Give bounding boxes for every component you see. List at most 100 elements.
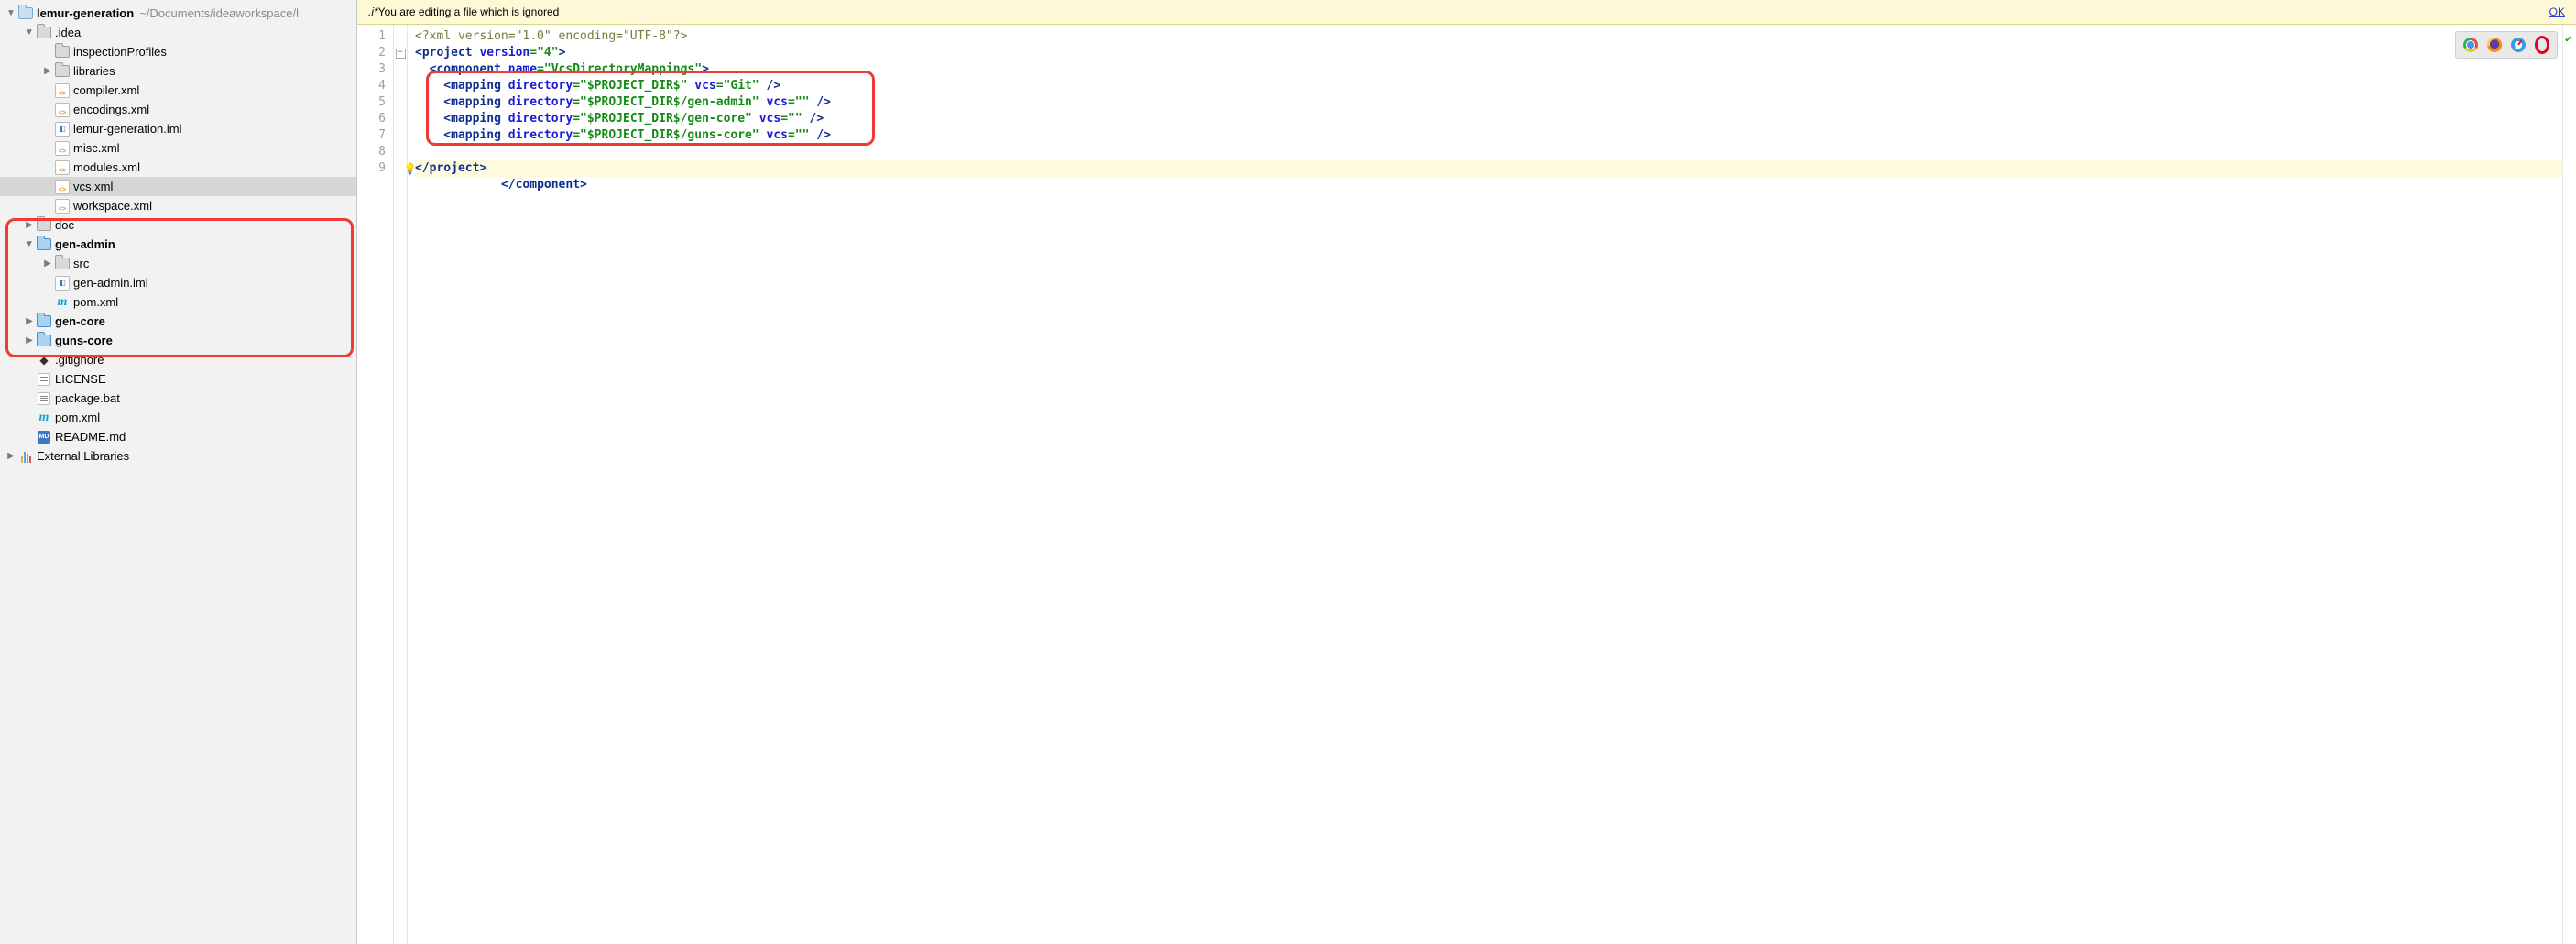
maven-file-icon: m [55,295,70,310]
fold-toggle-icon[interactable]: − [396,49,406,59]
tree-node-pom[interactable]: m pom.xml [0,292,356,312]
folder-icon [37,26,51,40]
chevron-right-icon: ▶ [24,335,35,346]
folder-icon [37,237,51,252]
tree-node-encodings[interactable]: <> encodings.xml [0,100,356,119]
folder-icon [55,64,70,79]
line-number: 5 [357,94,386,111]
chevron-right-icon: ▶ [24,220,35,230]
tree-node-package-bat[interactable]: package.bat [0,389,356,408]
error-stripe: ✔ [2562,25,2576,944]
folder-icon [55,45,70,60]
tree-label: gen-admin.iml [73,276,148,290]
tree-label: package.bat [55,391,120,405]
tree-node-iml[interactable]: ◧ lemur-generation.iml [0,119,356,138]
editor-pane: .i* You are editing a file which is igno… [357,0,2576,944]
tree-node-inspection[interactable]: inspectionProfiles [0,42,356,61]
tree-label: modules.xml [73,160,140,174]
tree-node-src[interactable]: ▶ src [0,254,356,273]
tree-label: pom.xml [73,295,118,309]
intention-bulb-icon[interactable]: 💡 [403,160,414,171]
tree-label: lemur-generation.iml [73,122,182,136]
tree-node-readme[interactable]: MD README.md [0,427,356,446]
xml-file-icon: <> [55,160,70,175]
project-path-hint: ~/Documents/ideaworkspace/l [139,6,299,20]
tree-node-doc[interactable]: ▶ doc [0,215,356,235]
tree-label: External Libraries [37,449,129,463]
tree-node-gen-core[interactable]: ▶ gen-core [0,312,356,331]
xml-file-icon: <> [55,83,70,98]
chevron-down-icon: ▼ [24,27,35,38]
chevron-right-icon: ▶ [24,316,35,326]
firefox-icon[interactable] [2487,38,2502,52]
chevron-right-icon: ▶ [5,451,16,461]
xml-file-icon: <> [55,180,70,194]
tree-label: .gitignore [55,353,104,367]
markdown-file-icon: MD [37,430,51,445]
tree-label: gen-core [55,314,105,328]
line-number: 1 [357,28,386,45]
line-number: 3 [357,61,386,78]
tree-label: .idea [55,26,81,39]
tree-node-root-pom[interactable]: m pom.xml [0,408,356,427]
tree-label: src [73,257,89,270]
xml-file-icon: <> [55,141,70,156]
line-number: 4 [357,78,386,94]
tree-node-gitignore[interactable]: ◆ .gitignore [0,350,356,369]
tree-label: workspace.xml [73,199,152,213]
tree-node-misc[interactable]: <> misc.xml [0,138,356,158]
tree-root[interactable]: ▼ lemur-generation ~/Documents/ideaworks… [0,4,356,23]
tree-node-license[interactable]: LICENSE [0,369,356,389]
tree-node-gen-admin-iml[interactable]: ◧ gen-admin.iml [0,273,356,292]
tree-label: guns-core [55,334,113,347]
tree-node-external-libraries[interactable]: ▶ External Libraries [0,446,356,466]
code-text: <?xml version="1.0" encoding="UTF-8"?> [415,29,687,43]
tree-label: encodings.xml [73,103,149,116]
chrome-icon[interactable] [2463,38,2478,52]
open-in-browser-bar [2455,31,2558,59]
tree-label: libraries [73,64,115,78]
iml-file-icon: ◧ [55,122,70,137]
folder-icon [55,257,70,271]
line-number: 8 [357,144,386,160]
opera-icon[interactable] [2535,36,2549,54]
tree-label: gen-admin [55,237,115,251]
line-number-gutter: 1 2 3 4 5 6 7 8 9 [357,25,394,944]
line-number: 6 [357,111,386,127]
folder-icon [37,334,51,348]
maven-file-icon: m [37,411,51,425]
tree-node-modules[interactable]: <> modules.xml [0,158,356,177]
project-tree[interactable]: ▼ lemur-generation ~/Documents/ideaworks… [0,0,357,944]
banner-ok-link[interactable]: OK [2549,5,2565,18]
tree-node-guns-core[interactable]: ▶ guns-core [0,331,356,350]
tree-node-libraries[interactable]: ▶ libraries [0,61,356,81]
text-file-icon [37,372,51,387]
chevron-down-icon: ▼ [24,239,35,249]
banner-text: You are editing a file which is ignored [378,5,560,18]
tree-node-vcs[interactable]: <> vcs.xml [0,177,356,196]
tree-label: misc.xml [73,141,120,155]
ignored-file-banner: .i* You are editing a file which is igno… [357,0,2576,25]
tree-label: README.md [55,430,126,444]
chevron-down-icon: ▼ [5,8,16,18]
tree-node-workspace[interactable]: <> workspace.xml [0,196,356,215]
tree-node-gen-admin[interactable]: ▼ gen-admin [0,235,356,254]
project-name: lemur-generation [37,6,134,20]
folder-icon [37,314,51,329]
tree-node-idea[interactable]: ▼ .idea [0,23,356,42]
iml-file-icon: ◧ [55,276,70,291]
xml-file-icon: <> [55,103,70,117]
code-body[interactable]: <?xml version="1.0" encoding="UTF-8"?> <… [408,25,2562,944]
folder-icon [37,218,51,233]
banner-prefix: .i* [368,5,378,18]
xml-file-icon: <> [55,199,70,214]
tree-label: doc [55,218,74,232]
tree-label: vcs.xml [73,180,113,193]
line-number: 7 [357,127,386,144]
tree-node-compiler[interactable]: <> compiler.xml [0,81,356,100]
safari-icon[interactable] [2511,38,2526,52]
tree-label: compiler.xml [73,83,139,97]
text-file-icon [37,391,51,406]
code-editor[interactable]: 1 2 3 4 5 6 7 8 9 − <?xml version="1.0" … [357,25,2576,944]
library-icon [18,449,33,464]
